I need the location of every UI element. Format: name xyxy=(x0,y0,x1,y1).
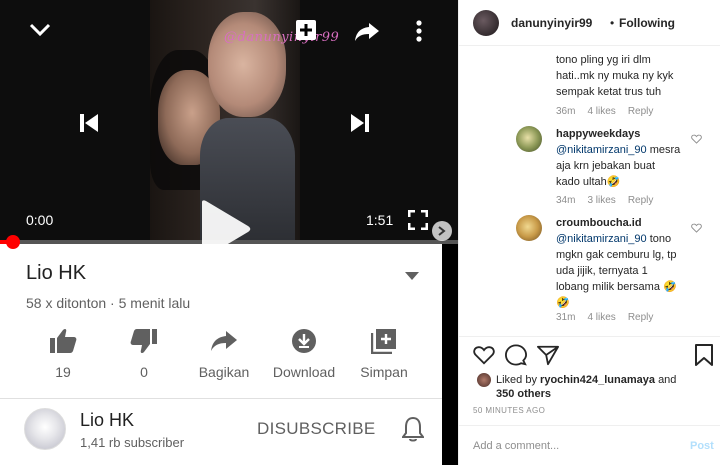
video-watermark: @danunyinyir99 xyxy=(224,30,340,45)
like-comment-heart-icon[interactable] xyxy=(691,134,702,144)
expand-caret-icon[interactable] xyxy=(404,268,420,280)
comment-meta: 34m 3 likes Reply xyxy=(556,195,654,206)
liker-username[interactable]: ryochin424_lunamaya xyxy=(540,374,655,386)
comment-meta: 36m 4 likes Reply xyxy=(556,106,654,117)
send-paper-plane-icon[interactable] xyxy=(537,344,559,366)
comment-text: tono pling yg iri dlm hati..mk ny muka n… xyxy=(556,54,674,98)
share-icon xyxy=(210,326,238,356)
duration: 1:51 xyxy=(366,212,394,228)
header-separator-dot: • xyxy=(610,16,615,30)
notification-bell-icon[interactable] xyxy=(401,416,425,442)
comment-mention-link[interactable]: @nikitamirzani_90 xyxy=(556,144,647,156)
add-comment-input[interactable]: Add a comment... xyxy=(473,440,559,452)
comment-reply-button[interactable]: Reply xyxy=(628,312,654,323)
post-side-panel: danunyinyir99 • Following tono pling yg … xyxy=(458,0,720,465)
next-track-icon[interactable] xyxy=(345,108,375,138)
like-count: 19 xyxy=(55,364,71,380)
liked-by-summary: Liked by ryochin424_lunamaya and 350 oth… xyxy=(496,374,677,400)
download-label: Download xyxy=(272,364,336,380)
save-label: Simpan xyxy=(360,364,408,380)
save-button[interactable]: Simpan xyxy=(339,326,429,380)
post-comment-button[interactable]: Post xyxy=(690,440,714,452)
share-button[interactable]: Bagikan xyxy=(179,326,269,380)
comment-text: croumboucha.id @nikitamirzani_90 tono mg… xyxy=(556,217,677,309)
download-button[interactable]: Download xyxy=(259,326,349,380)
channel-avatar[interactable] xyxy=(24,408,66,450)
comment-mention-link[interactable]: @nikitamirzani_90 xyxy=(556,233,647,245)
thumbs-up-icon xyxy=(49,326,77,356)
post-action-bar xyxy=(459,344,720,368)
share-label: Bagikan xyxy=(198,364,250,380)
comment-reply-button[interactable]: Reply xyxy=(628,195,654,206)
video-views-meta: 58 x ditonton · 5 menit lalu xyxy=(26,295,191,311)
minimize-chevron-icon[interactable] xyxy=(26,16,54,44)
channel-subscribers: 1,41 rb subscriber xyxy=(80,435,185,450)
author-avatar[interactable] xyxy=(473,10,499,36)
comment-likes[interactable]: 4 likes xyxy=(587,106,615,117)
like-heart-icon[interactable] xyxy=(473,344,495,366)
liker-avatar[interactable] xyxy=(477,373,491,387)
comment-reply-button[interactable]: Reply xyxy=(628,106,654,117)
author-username[interactable]: danunyinyir99 xyxy=(511,16,592,30)
video-title: Lio HK xyxy=(26,262,87,284)
previous-track-icon[interactable] xyxy=(74,108,104,138)
fullscreen-icon[interactable] xyxy=(406,208,430,232)
current-time: 0:00 xyxy=(26,212,54,228)
video-actions-row: 19 0 Bagikan Download Simpan xyxy=(0,326,442,386)
video-person-man xyxy=(208,12,286,117)
post-header: danunyinyir99 • Following xyxy=(459,0,720,46)
playlist-add-icon xyxy=(371,326,397,356)
bookmark-icon[interactable] xyxy=(693,344,715,366)
comment-meta: 31m 4 likes Reply xyxy=(556,312,654,323)
scrubber-handle[interactable] xyxy=(6,235,20,249)
comment-text: happyweekdays @nikitamirzani_90 mesra aj… xyxy=(556,128,681,188)
commenter-avatar[interactable] xyxy=(516,126,542,152)
more-options-icon[interactable] xyxy=(408,16,430,46)
play-icon[interactable] xyxy=(196,200,254,258)
post-media: @danunyinyir99 0:00 1:51 Lio HK 58 x dit… xyxy=(0,0,458,465)
panel-divider xyxy=(459,425,720,426)
channel-name[interactable]: Lio HK xyxy=(80,410,134,431)
share-arrow-icon[interactable] xyxy=(352,18,382,46)
post-timestamp: 50 MINUTES AGO xyxy=(473,406,546,415)
likes-others-link[interactable]: 350 others xyxy=(496,388,551,400)
thumbs-down-icon xyxy=(130,326,158,356)
dislike-count: 0 xyxy=(140,364,148,380)
commenter-avatar[interactable] xyxy=(516,215,542,241)
comment-likes[interactable]: 3 likes xyxy=(587,195,615,206)
comment-bubble-icon[interactable] xyxy=(505,344,527,366)
like-comment-heart-icon[interactable] xyxy=(691,223,702,233)
media-edge xyxy=(442,244,458,465)
download-icon xyxy=(291,326,317,356)
unsubscribe-button[interactable]: DISUBSCRIBE xyxy=(257,419,376,439)
card-divider xyxy=(0,398,442,399)
carousel-next-chevron-icon[interactable] xyxy=(432,221,452,241)
panel-divider xyxy=(459,336,720,337)
comments-list: tono pling yg iri dlm hati..mk ny muka n… xyxy=(459,46,720,336)
following-button[interactable]: Following xyxy=(619,16,675,30)
commenter-username[interactable]: croumboucha.id xyxy=(556,217,642,229)
commenter-username[interactable]: happyweekdays xyxy=(556,128,640,140)
dislike-button[interactable]: 0 xyxy=(99,326,189,380)
add-to-playlist-icon[interactable] xyxy=(292,16,320,44)
comment-likes[interactable]: 4 likes xyxy=(587,312,615,323)
like-button[interactable]: 19 xyxy=(18,326,108,380)
